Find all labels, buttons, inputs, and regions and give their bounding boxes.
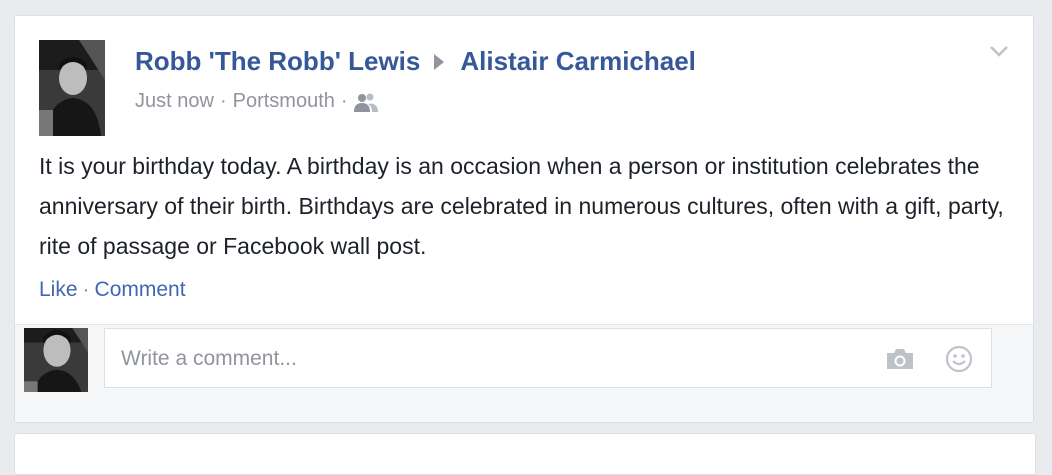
- post-actions: Like · Comment: [39, 278, 186, 302]
- actions-separator: ·: [82, 278, 90, 301]
- meta-separator: ·: [340, 90, 348, 112]
- commenter-avatar[interactable]: [24, 328, 88, 392]
- comment-input[interactable]: [119, 329, 863, 389]
- meta-separator: ·: [219, 90, 227, 112]
- chevron-down-icon[interactable]: [989, 44, 1009, 58]
- author-avatar[interactable]: [39, 40, 105, 136]
- next-post-card: [14, 433, 1036, 475]
- arrow-right-icon: [434, 53, 445, 70]
- like-link[interactable]: Like: [39, 278, 78, 301]
- timestamp-link[interactable]: Just now: [135, 90, 214, 113]
- friends-icon[interactable]: [353, 92, 378, 112]
- post-header: Robb 'The Robb' Lewis Alistair Carmichae…: [135, 46, 696, 77]
- comment-box: [104, 328, 992, 389]
- smiley-icon[interactable]: [945, 345, 973, 373]
- comment-link[interactable]: Comment: [95, 278, 186, 301]
- post-meta: Just now · Portsmouth ·: [135, 90, 378, 113]
- target-name-link[interactable]: Alistair Carmichael: [460, 46, 696, 77]
- location-link[interactable]: Portsmouth: [233, 90, 335, 113]
- camera-icon[interactable]: [885, 347, 915, 371]
- post-text: It is your birthday today. A birthday is…: [39, 153, 1004, 259]
- author-name-link[interactable]: Robb 'The Robb' Lewis: [135, 46, 420, 77]
